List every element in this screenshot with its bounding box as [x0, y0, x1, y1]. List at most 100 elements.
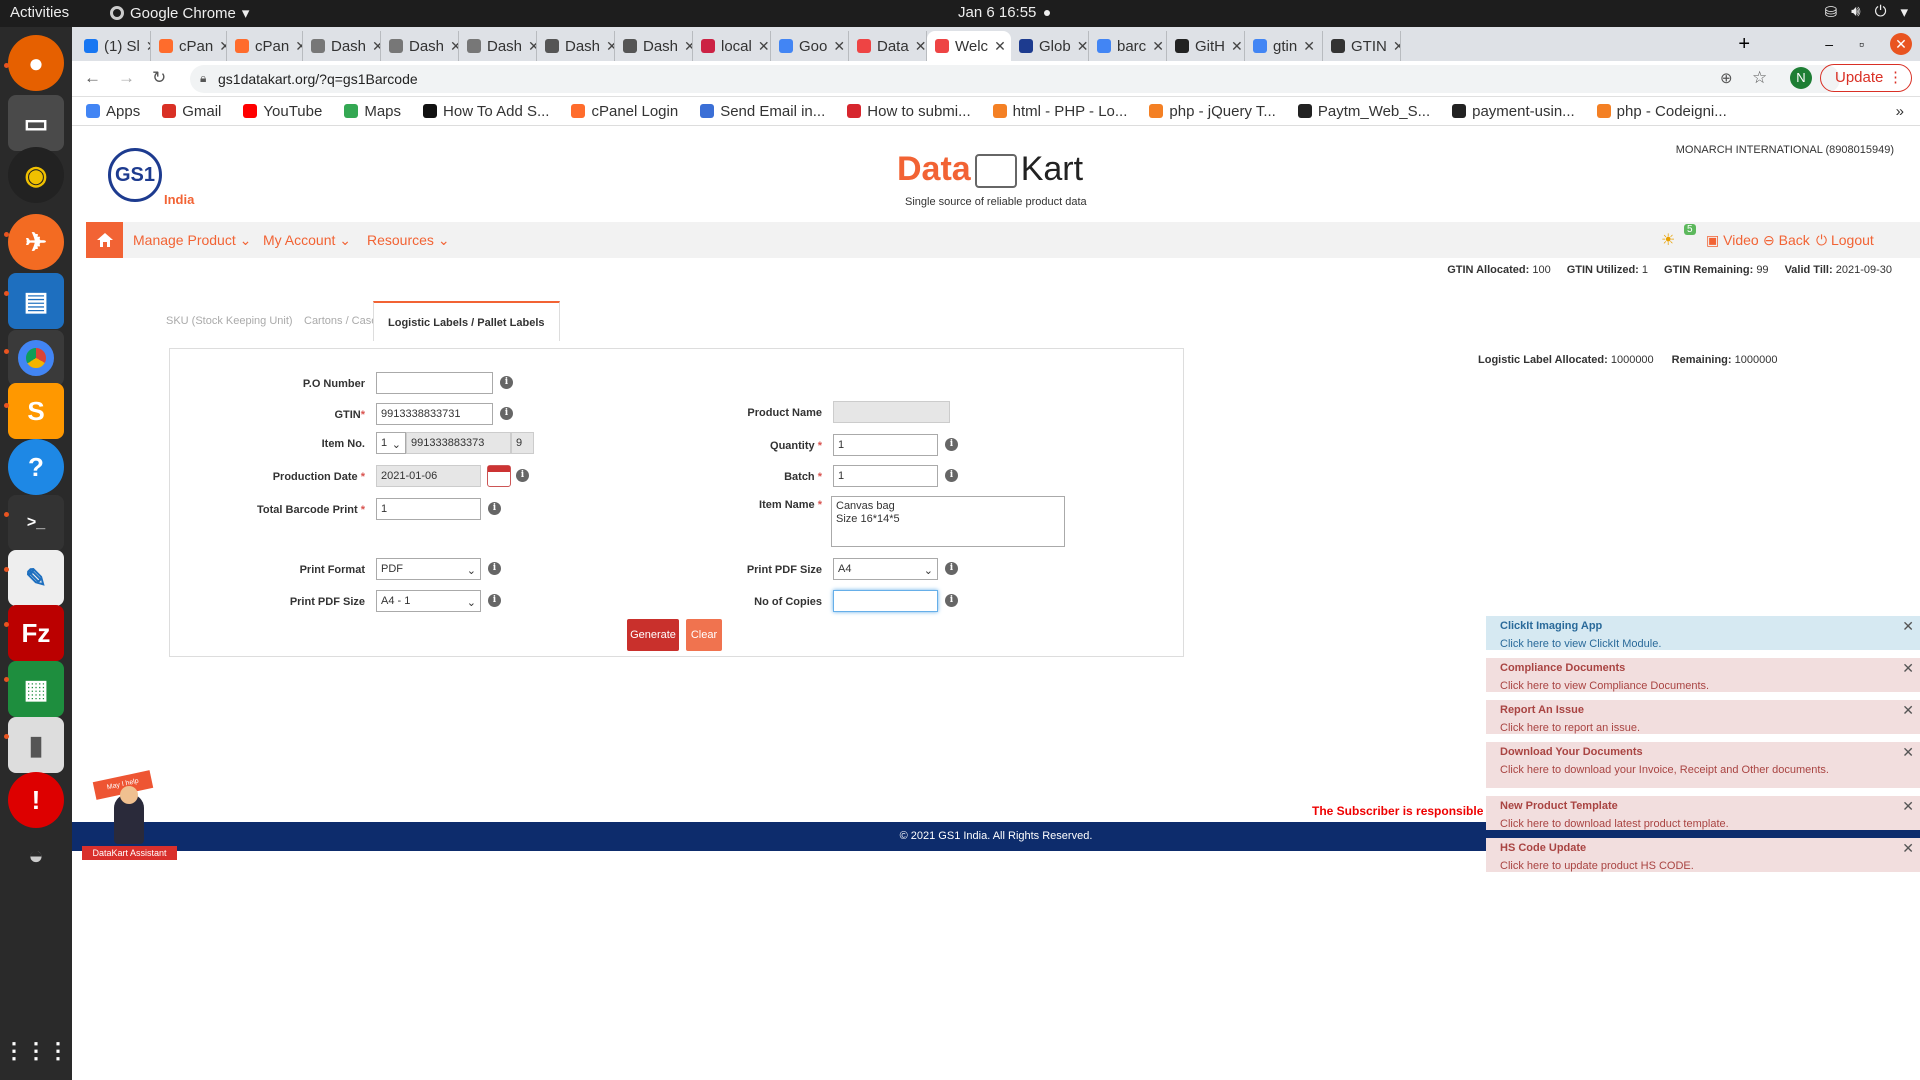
- help-icon[interactable]: ?: [8, 439, 64, 495]
- terminal-icon[interactable]: >_: [8, 495, 64, 551]
- activities-button[interactable]: Activities: [10, 4, 69, 21]
- gs1-logo[interactable]: GS1: [108, 148, 162, 202]
- item-no-select[interactable]: 1 ⌄: [376, 432, 406, 454]
- close-tab-icon[interactable]: ✕: [1231, 38, 1243, 55]
- notice-card[interactable]: New Product Template Click here to downlo…: [1486, 796, 1920, 830]
- browser-tab[interactable]: Dash ✕: [537, 31, 615, 61]
- browser-tab[interactable]: barc ✕: [1089, 31, 1167, 61]
- production-date-input[interactable]: 2021-01-06: [376, 465, 481, 487]
- minimize-icon[interactable]: –: [1825, 36, 1833, 52]
- archive-icon[interactable]: ▮: [8, 717, 64, 773]
- browser-tab[interactable]: Dash ✕: [615, 31, 693, 61]
- notice-card[interactable]: ClickIt Imaging App Click here to view Cl…: [1486, 616, 1920, 650]
- close-tab-icon[interactable]: ✕: [833, 38, 845, 55]
- po-number-input[interactable]: [376, 372, 493, 394]
- info-icon[interactable]: i: [945, 469, 958, 482]
- bookmark-item[interactable]: cPanel Login: [571, 103, 678, 120]
- bookmark-item[interactable]: Apps: [86, 103, 140, 120]
- new-tab-button[interactable]: +: [1738, 33, 1750, 56]
- info-icon[interactable]: i: [500, 376, 513, 389]
- app-menu[interactable]: Google Chrome ▾: [110, 4, 249, 22]
- url-field[interactable]: gs1datakart.org/?q=gs1Barcode: [190, 65, 1840, 93]
- notice-card[interactable]: HS Code Update Click here to update produ…: [1486, 838, 1920, 872]
- reload-icon[interactable]: ↻: [152, 68, 166, 88]
- bookmark-item[interactable]: php - Codeigni...: [1596, 103, 1727, 120]
- item-name-textarea[interactable]: Canvas bag Size 16*14*5: [831, 496, 1065, 547]
- browser-tab[interactable]: GTIN ✕: [1323, 31, 1401, 61]
- info-icon[interactable]: i: [488, 562, 501, 575]
- text-editor-icon[interactable]: ✎: [8, 550, 64, 606]
- browser-tab[interactable]: Dash ✕: [459, 31, 537, 61]
- info-icon[interactable]: i: [945, 562, 958, 575]
- close-tab-icon[interactable]: ✕: [295, 38, 302, 55]
- browser-tab[interactable]: local ✕: [693, 31, 771, 61]
- updates-icon[interactable]: !: [8, 772, 64, 828]
- close-tab-icon[interactable]: ✕: [528, 38, 536, 55]
- close-window-icon[interactable]: ✕: [1890, 33, 1912, 55]
- close-notice-icon[interactable]: ✕: [1902, 618, 1914, 635]
- browser-tab[interactable]: cPan ✕: [227, 31, 303, 61]
- tab-logistic-labels[interactable]: Logistic Labels / Pallet Labels: [373, 301, 560, 341]
- datakart-assistant[interactable]: May I help DataKart Assistant: [82, 770, 177, 861]
- logout-link[interactable]: ⏻ Logout: [1816, 232, 1874, 249]
- no-of-copies-input[interactable]: [833, 590, 938, 612]
- quantity-input[interactable]: [833, 434, 938, 456]
- close-tab-icon[interactable]: ✕: [606, 38, 614, 55]
- browser-tab[interactable]: (1) Sl✕: [76, 31, 151, 61]
- close-tab-icon[interactable]: ✕: [450, 38, 458, 55]
- bookmark-item[interactable]: html - PHP - Lo...: [992, 103, 1127, 120]
- tab-sku[interactable]: SKU (Stock Keeping Unit): [152, 301, 307, 341]
- browser-tab[interactable]: gtin ✕: [1245, 31, 1323, 61]
- notice-card[interactable]: Compliance Documents Click here to view C…: [1486, 658, 1920, 692]
- browser-tab[interactable]: Dash ✕: [303, 31, 381, 61]
- bookmark-item[interactable]: payment-usin...: [1452, 103, 1575, 120]
- postman-icon[interactable]: ✈: [8, 214, 64, 270]
- video-link[interactable]: ▣ Video: [1706, 232, 1759, 249]
- apps-grid-icon[interactable]: ⋮⋮⋮: [3, 1023, 69, 1079]
- notification-bell-icon[interactable]: ☀: [1661, 230, 1675, 250]
- close-notice-icon[interactable]: ✕: [1902, 798, 1914, 815]
- bookmark-star-icon[interactable]: ☆: [1752, 68, 1767, 88]
- browser-tab[interactable]: GitH ✕: [1167, 31, 1245, 61]
- bookmark-item[interactable]: How To Add S...: [423, 103, 549, 120]
- update-button[interactable]: Update ⋮: [1820, 64, 1912, 92]
- calc-icon[interactable]: ▦: [8, 661, 64, 717]
- info-icon[interactable]: i: [516, 469, 529, 482]
- close-tab-icon[interactable]: ✕: [684, 38, 692, 55]
- info-icon[interactable]: i: [945, 438, 958, 451]
- chrome-dock-icon[interactable]: [8, 330, 64, 386]
- disk-icon[interactable]: ◒: [8, 827, 64, 883]
- back-link[interactable]: ⊖ Back: [1763, 232, 1810, 249]
- browser-tab[interactable]: Glob ✕: [1011, 31, 1089, 61]
- print-pdf-size-select[interactable]: A4 - 1 ⌄: [376, 590, 481, 612]
- close-tab-icon[interactable]: ✕: [1393, 38, 1400, 55]
- clear-button[interactable]: Clear: [686, 619, 722, 651]
- rhythmbox-icon[interactable]: ◉: [8, 147, 64, 203]
- gtin-input[interactable]: [376, 403, 493, 425]
- calendar-icon[interactable]: [487, 465, 511, 487]
- close-notice-icon[interactable]: ✕: [1902, 702, 1914, 719]
- browser-tab[interactable]: Dash ✕: [381, 31, 459, 61]
- close-tab-icon[interactable]: ✕: [1303, 38, 1315, 55]
- info-icon[interactable]: i: [500, 407, 513, 420]
- back-arrow-icon[interactable]: ←: [84, 68, 101, 88]
- notice-card[interactable]: Download Your Documents Click here to dow…: [1486, 742, 1920, 788]
- forward-arrow-icon[interactable]: →: [118, 68, 135, 88]
- browser-tab[interactable]: Data ✕: [849, 31, 927, 61]
- profile-avatar[interactable]: N: [1790, 67, 1812, 89]
- nav-resources[interactable]: Resources ⌄: [367, 232, 450, 249]
- browser-tab[interactable]: cPan ✕: [151, 31, 227, 61]
- close-tab-icon[interactable]: ✕: [994, 38, 1006, 55]
- info-icon[interactable]: i: [488, 502, 501, 515]
- info-icon[interactable]: i: [488, 594, 501, 607]
- nav-manage-product[interactable]: Manage Product ⌄: [133, 232, 251, 249]
- writer-icon[interactable]: ▤: [8, 273, 64, 329]
- firefox-icon[interactable]: ●: [8, 35, 64, 91]
- close-notice-icon[interactable]: ✕: [1902, 660, 1914, 677]
- home-button[interactable]: [86, 222, 123, 258]
- bookmark-item[interactable]: How to submi...: [847, 103, 971, 120]
- info-icon[interactable]: i: [945, 594, 958, 607]
- bookmark-item[interactable]: YouTube: [243, 103, 322, 120]
- right-print-pdf-size-select[interactable]: A4 ⌄: [833, 558, 938, 580]
- system-tray[interactable]: ⛁ 🔊︎ ⏻ ▾: [1825, 3, 1908, 21]
